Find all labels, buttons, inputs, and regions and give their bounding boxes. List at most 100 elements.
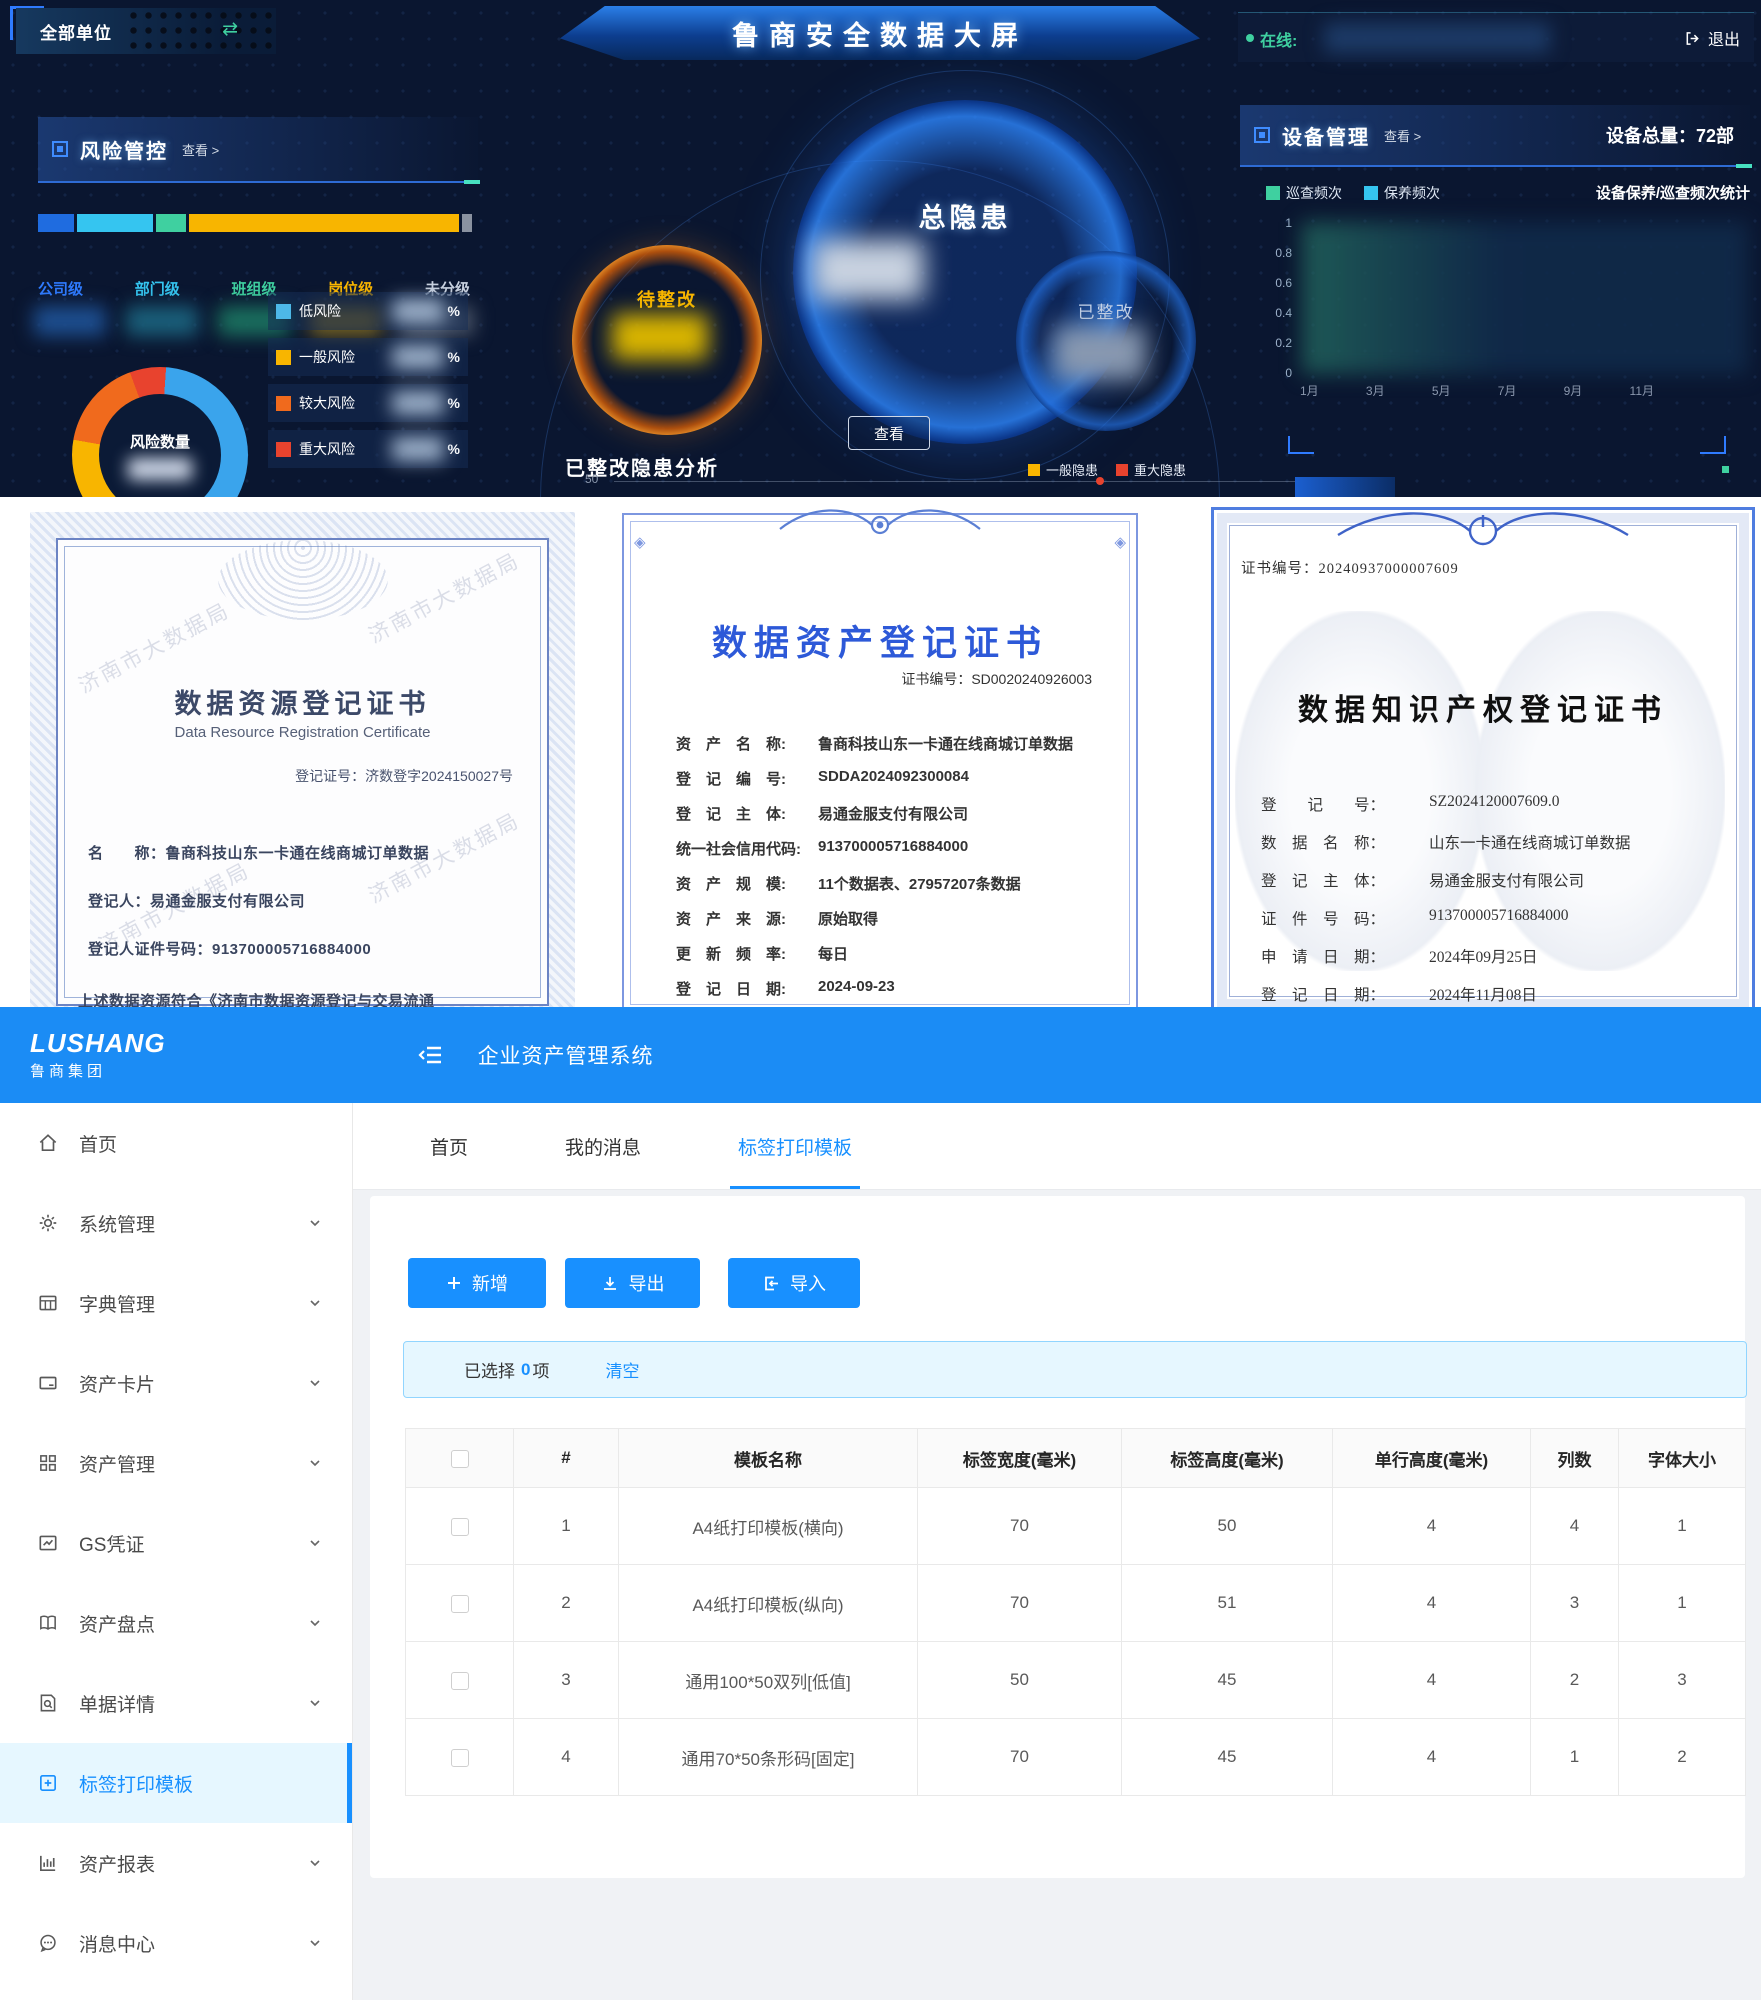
- flourish-ornament: [760, 499, 1000, 545]
- row-checkbox[interactable]: [451, 1672, 469, 1690]
- sidebar-item-asset-card[interactable]: 资产卡片: [0, 1343, 352, 1423]
- add-button[interactable]: 新增: [408, 1258, 546, 1308]
- online-status-dot: [1246, 34, 1254, 42]
- legend-item-low: 低风险 %: [268, 292, 468, 330]
- app-title: 企业资产管理系统: [478, 1040, 654, 1070]
- hazard-legend: 一般隐患 重大隐患: [1028, 460, 1186, 479]
- tab-company-level[interactable]: 公司级: [38, 278, 83, 299]
- certificate-value: 913700005716884000: [818, 838, 968, 859]
- tab-my-messages[interactable]: 我的消息: [565, 1103, 641, 1189]
- table-row: 1 A4纸打印模板(横向) 70 50 4 4 1: [406, 1488, 1746, 1565]
- selection-bar: 已选择 0 项 清空: [403, 1341, 1747, 1398]
- corner-ornament: ◈: [1114, 533, 1126, 551]
- data-asset-certificate: ◈ ◈ 数据资产登记证书 证书编号：SD0020240926003 资 产 名 …: [612, 503, 1148, 1007]
- sidebar-item-message-center[interactable]: 消息中心: [0, 1903, 352, 1983]
- tab-home[interactable]: 首页: [430, 1103, 468, 1189]
- certificate-line: 登记人：易通金服支付有限公司: [88, 890, 305, 911]
- select-all-checkbox[interactable]: [451, 1450, 469, 1468]
- import-button[interactable]: 导入: [728, 1258, 860, 1308]
- dashboard-title-banner: 鲁商安全数据大屏: [560, 6, 1200, 60]
- export-button[interactable]: 导出: [565, 1258, 700, 1308]
- certificate-value: 易通金服支付有限公司: [818, 803, 968, 824]
- sidebar-item-asset-mgmt[interactable]: 资产管理: [0, 1423, 352, 1503]
- sidebar-item-doc-detail[interactable]: 单据详情: [0, 1663, 352, 1743]
- panel-icon: [1254, 127, 1270, 143]
- template-table: # 模板名称 标签宽度(毫米) 标签高度(毫米) 单行高度(毫米) 列数 字体大…: [405, 1428, 1746, 1796]
- data-ip-certificate: 证书编号：20240937000007609 数据知识产权登记证书 登 记 号：…: [1205, 501, 1761, 1007]
- certificate-line: 名 称：鲁商科技山东一卡通在线商城订单数据: [88, 842, 429, 863]
- certificate-frame: [630, 521, 1130, 1005]
- legend-swatch: [1116, 464, 1128, 476]
- device-chart-x-axis: 1月 3月 5月 7月 9月 11月: [1300, 382, 1654, 399]
- chevron-down-icon: [308, 1616, 322, 1630]
- device-legend: 巡查频次 保养频次 设备保养/巡查频次统计: [1266, 182, 1750, 203]
- device-chart-y-axis: 1 0.8 0.6 0.4 0.2 0: [1258, 216, 1292, 396]
- corner-decoration: [1288, 436, 1314, 454]
- lushang-logo: LUSHANG 鲁商集团: [30, 1030, 166, 1081]
- certificate-value: SZ2024120007609.0: [1429, 793, 1559, 815]
- data-resource-certificate: 济南市大数据局 济南市大数据局 济南市大数据局 济南市大数据局 数据资源登记证书…: [30, 512, 575, 1007]
- import-icon: [762, 1275, 780, 1292]
- sidebar-item-dictionary[interactable]: 字典管理: [0, 1263, 352, 1343]
- logout-button[interactable]: 退出: [1684, 26, 1740, 50]
- unit-selector-label: 全部单位: [40, 19, 112, 44]
- certificate-title: 数据知识产权登记证书: [1205, 685, 1761, 729]
- row-checkbox[interactable]: [451, 1749, 469, 1767]
- column-header: 列数: [1531, 1429, 1619, 1488]
- plus-icon: [446, 1275, 462, 1291]
- unit-selector[interactable]: 全部单位 ⇄: [16, 8, 276, 54]
- row-checkbox[interactable]: [451, 1518, 469, 1536]
- risk-level-stackbar: [38, 214, 472, 232]
- card-icon: [37, 1372, 61, 1394]
- data-point-marker: [1096, 477, 1104, 485]
- certificates-section: 济南市大数据局 济南市大数据局 济南市大数据局 济南市大数据局 数据资源登记证书…: [0, 497, 1761, 1007]
- select-all-cell: [406, 1429, 514, 1488]
- legend-item-normal-hazard: 一般隐患: [1028, 460, 1098, 479]
- risk-view-link[interactable]: 查看 >: [182, 140, 219, 159]
- swap-icon[interactable]: ⇄: [222, 18, 238, 41]
- flourish-ornament: [1328, 503, 1638, 551]
- device-total: 设备总量：72部: [1606, 122, 1734, 148]
- download-icon: [601, 1275, 619, 1292]
- table-row: 4 通用70*50条形码[固定] 70 45 4 1 2: [406, 1719, 1746, 1796]
- tab-department-level[interactable]: 部门级: [135, 278, 180, 299]
- bar-segment: [38, 214, 74, 232]
- certificate-value: 2024年09月25日: [1429, 945, 1538, 967]
- sidebar-item-inventory[interactable]: 资产盘点: [0, 1583, 352, 1663]
- sidebar-collapse-icon[interactable]: [418, 1043, 444, 1067]
- device-view-link[interactable]: 查看 >: [1384, 126, 1421, 145]
- gridline: [614, 481, 1332, 482]
- online-panel: 在线: 退出: [1238, 12, 1754, 62]
- blurred-value: [392, 391, 444, 415]
- sidebar-item-home[interactable]: 首页: [0, 1103, 352, 1183]
- asset-grid-icon: [37, 1452, 61, 1474]
- tab-label-template[interactable]: 标签打印模板: [738, 1103, 852, 1189]
- inventory-book-icon: [37, 1612, 61, 1634]
- chevron-down-icon: [308, 1456, 322, 1470]
- tab-strip: 首页 我的消息 标签打印模板: [353, 1103, 1761, 1190]
- panel-icon: [52, 141, 68, 157]
- report-chart-icon: [37, 1852, 61, 1874]
- sidebar-item-gs-voucher[interactable]: GS凭证: [0, 1503, 352, 1583]
- risk-legend: 低风险 % 一般风险 % 较大风险 % 重大风险 %: [268, 292, 468, 476]
- dictionary-icon: [37, 1292, 61, 1314]
- legend-item-maintain: 保养频次: [1364, 183, 1440, 203]
- blurred-value: [612, 314, 708, 360]
- sidebar-item-asset-report[interactable]: 资产报表: [0, 1823, 352, 1903]
- certificate-value: SDDA2024092300084: [818, 768, 969, 789]
- risk-donut-chart: 风险数量: [72, 367, 248, 497]
- document-search-icon: [37, 1692, 61, 1714]
- chevron-down-icon: [308, 1296, 322, 1310]
- legend-swatch: [276, 304, 291, 319]
- certificate-title: 数据资源登记证书: [30, 682, 575, 721]
- certificate-subtitle: Data Resource Registration Certificate: [30, 724, 575, 741]
- sidebar-item-system[interactable]: 系统管理: [0, 1183, 352, 1263]
- legend-swatch: [1028, 464, 1040, 476]
- legend-swatch: [1266, 186, 1280, 200]
- center-view-button[interactable]: 查看: [848, 416, 930, 450]
- row-checkbox[interactable]: [451, 1595, 469, 1613]
- halftone-decoration: [126, 8, 276, 54]
- blurred-value: [128, 458, 192, 480]
- clear-selection-link[interactable]: 清空: [605, 1357, 639, 1382]
- sidebar-item-label-template[interactable]: 标签打印模板: [0, 1743, 352, 1823]
